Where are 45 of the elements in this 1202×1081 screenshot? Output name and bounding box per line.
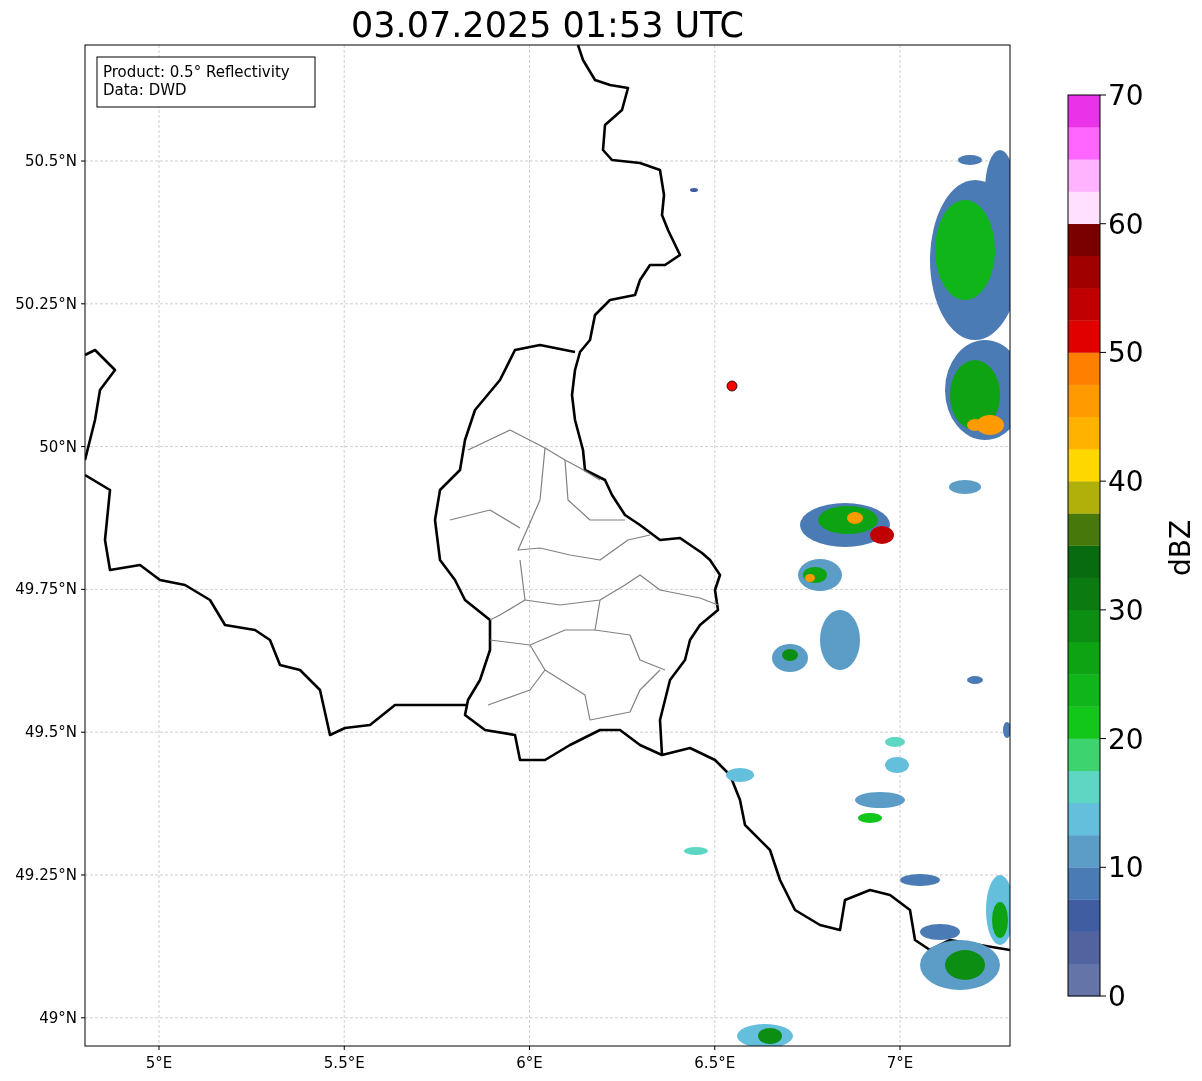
axis-tick [80,588,86,590]
axis-tick [1099,351,1107,353]
info-text: Data: DWD [103,81,187,99]
axis-tick [80,731,86,733]
colorbar-tick-label: 30 [1108,593,1144,627]
colorbar-tick-label: 10 [1108,851,1144,885]
colorbar-label: dBZ [1164,519,1197,577]
latitude-label: 49.25°N [15,866,77,884]
latitude-label: 49.5°N [24,723,77,742]
axis-tick [1099,480,1107,482]
axis-tick [529,1045,530,1051]
colorbar-tick-label: 20 [1108,722,1144,756]
latitude-label: 49°N [39,1008,77,1027]
colorbar-tick-label: 50 [1108,336,1144,370]
axis-tick [343,1045,345,1051]
longitude-label: 6°E [516,1054,543,1072]
axis-tick [1099,995,1107,997]
axis-tick [80,160,86,162]
info-text: Product: 0.5° Reflectivity [103,63,290,81]
axis-tick [1099,94,1107,96]
axis-tick [80,874,86,876]
longitude-label: 5.5°E [323,1054,365,1072]
axis-tick [80,303,86,305]
colorbar-tick-label: 70 [1108,79,1144,112]
axis-tick [80,1017,86,1019]
longitude-label: 5°E [145,1054,173,1072]
colorbar-tick-label: 40 [1108,465,1144,499]
latitude-label: 50.5°N [24,152,77,170]
axis-tick [899,1045,901,1051]
axis-tick [1099,609,1107,611]
longitude-label: 7°E [886,1054,914,1072]
axis-tick [1099,223,1107,225]
latitude-label: 50°N [39,437,77,456]
radar-site-marker [726,380,738,392]
colorbar-tick-label: 0 [1108,980,1126,1013]
axis-tick [714,1045,716,1051]
chart-title: 03.07.2025 01:53 UTC [351,5,744,45]
latitude-label: 50.25°N [15,294,77,313]
axis-tick [1099,738,1107,740]
axis-tick [158,1045,160,1051]
axis-tick [1099,866,1107,868]
colorbar-tick-label: 60 [1108,207,1144,241]
latitude-label: 49.75°N [15,580,77,599]
longitude-label: 6.5°E [694,1054,736,1072]
axis-tick [80,446,86,448]
